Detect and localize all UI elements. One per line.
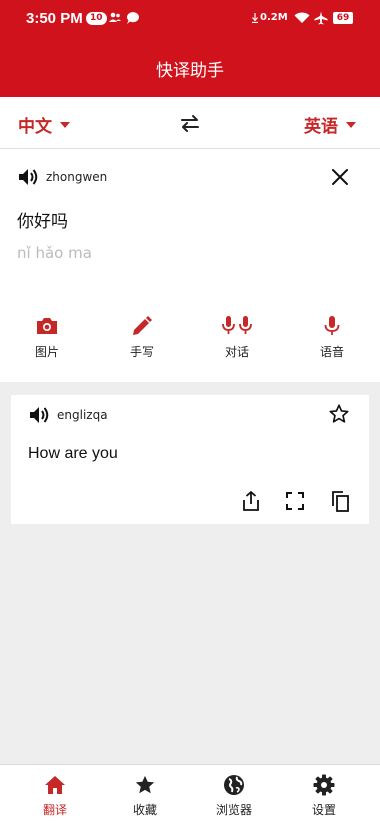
target-language-select[interactable]: 英语 [304, 112, 356, 137]
copy-icon[interactable] [329, 490, 351, 512]
net-speed: 0.2M [260, 12, 288, 23]
dual-mic-icon [222, 316, 252, 334]
tool-handwrite-button[interactable]: 手写 [107, 315, 177, 360]
mic-icon [324, 316, 340, 335]
tool-handwrite-label: 手写 [129, 345, 154, 359]
translation-card: englizqa How are you [11, 395, 369, 524]
tool-conversation-button[interactable]: 对话 [202, 315, 272, 360]
bottom-navigation: 翻译 收藏 浏览器 设置 [0, 764, 380, 823]
source-language-select[interactable]: 中文 [18, 112, 70, 137]
input-panel: zhongwen 你好吗 nǐ hǎo ma 图片 手写 对话 语音 [0, 149, 380, 382]
target-language-label: 英语 [304, 117, 338, 137]
nav-favorites[interactable]: 收藏 [105, 774, 185, 818]
nav-browser[interactable]: 浏览器 [194, 774, 274, 818]
chevron-down-icon [60, 121, 70, 128]
pen-icon [133, 316, 152, 335]
tool-conversation-label: 对话 [224, 345, 249, 359]
tool-image-button[interactable]: 图片 [12, 315, 82, 360]
translated-text[interactable]: How are you [28, 445, 118, 463]
status-bar: 3:50 PM 10 0.2M 69 [0, 8, 380, 30]
pinyin-text: nǐ hǎo ma [17, 244, 92, 262]
source-text[interactable]: 你好吗 [17, 207, 68, 232]
source-speak-label: zhongwen [46, 170, 108, 184]
notification-count-badge: 10 [86, 12, 107, 25]
nav-favorites-label: 收藏 [132, 803, 157, 817]
nav-settings[interactable]: 设置 [284, 774, 364, 818]
wifi-icon [294, 12, 310, 23]
source-speak-button[interactable]: zhongwen [18, 167, 107, 187]
tool-voice-label: 语音 [319, 345, 344, 359]
nav-settings-label: 设置 [311, 803, 336, 817]
app-header: 3:50 PM 10 0.2M 69 快译助手 [0, 0, 380, 97]
nav-browser-label: 浏览器 [215, 803, 252, 817]
page-title: 快译助手 [156, 61, 224, 81]
tool-image-label: 图片 [34, 345, 59, 359]
language-bar: 中文 英语 [0, 97, 380, 149]
battery-level: 69 [333, 12, 353, 24]
star-icon [135, 775, 155, 794]
message-icon [126, 12, 139, 24]
swap-languages-icon[interactable] [178, 111, 202, 135]
target-speak-button[interactable]: englizqa [29, 405, 108, 425]
globe-icon [224, 775, 244, 795]
fullscreen-icon[interactable] [284, 490, 306, 512]
camera-icon [37, 318, 57, 334]
speaker-icon [30, 407, 49, 423]
target-speak-label: englizqa [57, 408, 108, 422]
contacts-icon [109, 12, 121, 22]
favorite-star-icon[interactable] [328, 403, 350, 425]
status-time: 3:50 PM [26, 10, 83, 27]
speaker-icon [19, 169, 38, 185]
source-language-label: 中文 [18, 117, 52, 137]
gear-icon [313, 774, 335, 796]
download-arrow-icon [252, 13, 258, 23]
nav-translate[interactable]: 翻译 [15, 774, 95, 818]
input-tools: 图片 手写 对话 语音 [0, 315, 380, 365]
tool-voice-button[interactable]: 语音 [297, 315, 367, 360]
chevron-down-icon [346, 121, 356, 128]
nav-translate-label: 翻译 [42, 803, 67, 817]
close-icon[interactable] [330, 167, 350, 187]
share-icon[interactable] [240, 490, 262, 512]
home-icon [45, 776, 65, 794]
airplane-mode-icon [314, 11, 328, 25]
